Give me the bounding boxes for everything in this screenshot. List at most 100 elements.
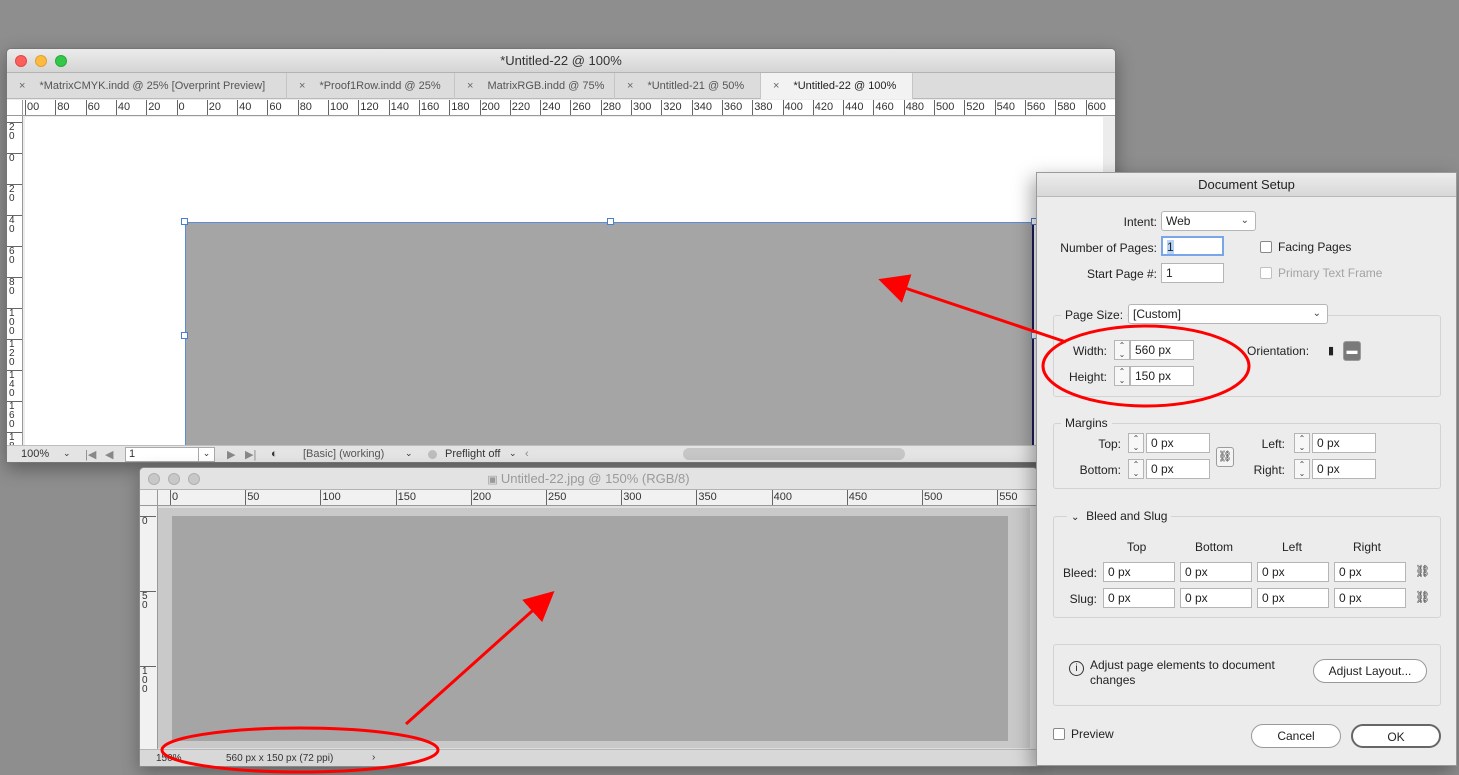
intent-label: Intent: [1123, 215, 1157, 229]
start-page-field[interactable]: 1 [1161, 263, 1224, 283]
selection-handle[interactable] [181, 332, 188, 339]
ruler-tick-label: 500 [924, 491, 943, 503]
page-frame[interactable] [185, 222, 1034, 450]
page-number-field[interactable]: 1 ⌄ [125, 447, 215, 462]
facing-pages-checkbox[interactable] [1260, 241, 1272, 253]
ruler-tick-label: 240 [542, 101, 561, 113]
bleed-slug-toggle[interactable]: ⌄ Bleed and Slug [1067, 509, 1172, 523]
preview-checkbox[interactable] [1053, 728, 1065, 740]
preflight-dropdown-icon[interactable]: ⌄ [509, 448, 517, 459]
margin-right-field[interactable]: 0 px [1312, 459, 1376, 479]
slug-top-field[interactable]: 0 px [1103, 588, 1175, 608]
tab-proof1row[interactable]: × *Proof1Row.indd @ 25% [287, 73, 455, 99]
bleed-col-top: Top [1127, 540, 1147, 554]
ruler-tick-line [997, 490, 999, 505]
ruler-tick-label: 120 [360, 101, 379, 113]
pasteboard[interactable] [25, 117, 1103, 453]
adjust-layout-button[interactable]: Adjust Layout... [1313, 659, 1427, 683]
ruler-origin[interactable] [140, 490, 158, 506]
horizontal-scrollbar[interactable] [683, 448, 905, 460]
previous-page-icon[interactable]: ◀ [105, 448, 113, 461]
width-stepper[interactable]: ⌃ ⌄ [1114, 340, 1130, 360]
next-page-icon[interactable]: ▶ [227, 448, 235, 461]
close-window-button[interactable] [15, 55, 27, 67]
margin-top-field[interactable]: 0 px [1146, 433, 1210, 453]
facing-pages-label: Facing Pages [1278, 240, 1352, 254]
selection-handle[interactable] [181, 218, 188, 225]
open-page-icon[interactable]: ◐ [271, 448, 278, 460]
ruler-tick-label: 2 0 [9, 184, 15, 204]
close-window-button[interactable] [148, 473, 160, 485]
first-page-icon[interactable]: |◀ [85, 448, 96, 461]
preflight-status[interactable]: Preflight off [445, 448, 500, 460]
scroll-left-icon[interactable]: ‹ [525, 448, 529, 460]
margin-top-stepper[interactable]: ⌃ ⌄ [1128, 433, 1144, 453]
image-canvas[interactable] [172, 516, 1008, 741]
margin-right-stepper[interactable]: ⌃ ⌄ [1294, 459, 1310, 479]
slug-bottom-field[interactable]: 0 px [1180, 588, 1252, 608]
window-controls [148, 473, 200, 485]
ruler-tick-line [600, 100, 602, 115]
minimize-window-button[interactable] [35, 55, 47, 67]
ruler-tick-line [934, 100, 935, 115]
last-page-icon[interactable]: ▶| [245, 448, 256, 461]
unlink-bleed-icon[interactable]: ⛓ [1415, 564, 1430, 578]
tab-untitled-22[interactable]: × *Untitled-22 @ 100% [761, 73, 913, 99]
ruler-tick-label: 60 [269, 101, 282, 113]
height-field[interactable]: 150 px [1130, 366, 1194, 386]
link-margins-icon[interactable]: ⛓ [1216, 447, 1234, 467]
margin-bottom-field[interactable]: 0 px [1146, 459, 1210, 479]
intent-select[interactable]: Web ⌄ [1161, 211, 1256, 231]
ok-button[interactable]: OK [1351, 724, 1441, 748]
zoom-dropdown-icon[interactable]: ⌄ [63, 448, 71, 459]
bleed-left-field[interactable]: 0 px [1257, 562, 1329, 582]
width-field[interactable]: 560 px [1130, 340, 1194, 360]
zoom-level[interactable]: 100% [21, 448, 49, 460]
close-tab-icon[interactable]: × [299, 73, 305, 99]
vertical-ruler: 0 5 0 1 0 0 [140, 506, 158, 749]
status-menu-icon[interactable]: › [372, 752, 375, 763]
close-tab-icon[interactable]: × [467, 73, 473, 99]
bleed-right-field[interactable]: 0 px [1334, 562, 1406, 582]
profile-dropdown-icon[interactable]: ⌄ [405, 448, 413, 459]
ruler-tick-line [846, 490, 848, 505]
close-tab-icon[interactable]: × [773, 73, 779, 99]
close-tab-icon[interactable]: × [19, 73, 25, 99]
page-dropdown-icon[interactable]: ⌄ [198, 448, 214, 461]
indesign-window: *Untitled-22 @ 100% × *MatrixCMYK.indd @ … [6, 48, 1116, 463]
ruler-tick-label: 360 [723, 101, 743, 113]
slug-left-field[interactable]: 0 px [1257, 588, 1329, 608]
cancel-button[interactable]: Cancel [1251, 724, 1341, 748]
margin-left-stepper[interactable]: ⌃ ⌄ [1294, 433, 1310, 453]
close-tab-icon[interactable]: × [627, 73, 633, 99]
ruler-tick-label: 320 [663, 101, 682, 113]
slug-right-field[interactable]: 0 px [1334, 588, 1406, 608]
preflight-profile[interactable]: [Basic] (working) [303, 448, 384, 460]
margin-left-field[interactable]: 0 px [1312, 433, 1376, 453]
zoom-level[interactable]: 150% [156, 753, 182, 764]
zoom-window-button[interactable] [55, 55, 67, 67]
number-of-pages-field[interactable]: 1 [1161, 236, 1224, 256]
width-label: Width: [1072, 344, 1107, 358]
landscape-orientation-icon[interactable]: ▬ [1343, 341, 1361, 361]
ruler-tick-label: 100 [330, 101, 349, 113]
ruler-tick-label: 1 6 0 [9, 401, 15, 430]
minimize-window-button[interactable] [168, 473, 180, 485]
tab-matrixcmyk[interactable]: × *MatrixCMYK.indd @ 25% [Overprint Previ… [7, 73, 287, 99]
tab-matrixrgb[interactable]: × MatrixRGB.indd @ 75% [455, 73, 615, 99]
margin-bottom-stepper[interactable]: ⌃ ⌄ [1128, 459, 1144, 479]
bleed-top-field[interactable]: 0 px [1103, 562, 1175, 582]
pages-label: Number of Pages: [1060, 241, 1157, 255]
canvas-area[interactable] [158, 508, 1030, 748]
zoom-window-button[interactable] [188, 473, 200, 485]
ruler-origin[interactable] [7, 100, 23, 116]
unlink-slug-icon[interactable]: ⛓ [1415, 590, 1430, 604]
ruler-tick-label: 00 [27, 101, 40, 113]
portrait-orientation-icon[interactable]: ▮ [1323, 341, 1339, 361]
height-stepper[interactable]: ⌃ ⌄ [1114, 366, 1130, 386]
page-size-select[interactable]: [Custom] ⌄ [1128, 304, 1328, 324]
selection-handle[interactable] [607, 218, 614, 225]
chevron-down-icon: ⌄ [1312, 308, 1321, 319]
tab-untitled-21[interactable]: × *Untitled-21 @ 50% [615, 73, 761, 99]
bleed-bottom-field[interactable]: 0 px [1180, 562, 1252, 582]
